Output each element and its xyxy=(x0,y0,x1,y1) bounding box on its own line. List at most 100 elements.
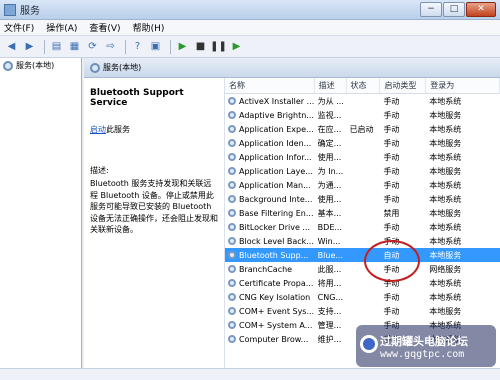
forward-arrow-icon[interactable]: ▶ xyxy=(22,39,37,54)
pause-service-icon[interactable]: ❚❚ xyxy=(210,39,227,54)
menu-help[interactable]: 帮助(H) xyxy=(133,21,165,34)
table-row[interactable]: BitLocker Drive ... BDE... 手动 本地系统 xyxy=(225,220,500,234)
status-bar xyxy=(0,368,500,380)
service-gear-icon xyxy=(228,223,236,231)
properties-icon[interactable]: ▦ xyxy=(67,39,82,54)
tree-node-services-local[interactable]: 服务(本地) xyxy=(0,58,81,73)
close-button[interactable]: ✕ xyxy=(466,2,496,17)
table-row[interactable]: Bluetooth Supp... Blue... 自动 本地服务 xyxy=(225,248,500,262)
service-name-text: Application Infor... xyxy=(239,152,312,162)
menu-action[interactable]: 操作(A) xyxy=(46,21,77,34)
table-row[interactable]: BranchCache 此服... 手动 网络服务 xyxy=(225,262,500,276)
service-logon-cell: 本地服务 xyxy=(429,110,462,120)
service-logon-cell: 本地服务 xyxy=(429,250,462,260)
back-arrow-icon[interactable]: ◀ xyxy=(4,39,19,54)
services-window: 服务 − □ ✕ 文件(F) 操作(A) 查看(V) 帮助(H) ◀ ▶ ▤ ▦… xyxy=(0,0,500,380)
service-gear-icon xyxy=(228,237,236,245)
start-service-line: 启动此服务 xyxy=(90,124,218,135)
table-row[interactable]: ActiveX Installer ... 为从 ... 手动 本地系统 xyxy=(225,94,500,108)
service-gear-icon xyxy=(228,153,236,161)
service-name-text: Block Level Back... xyxy=(239,236,314,246)
service-startup-type-cell: 手动 xyxy=(383,180,400,190)
refresh-icon[interactable]: ⟳ xyxy=(85,39,100,54)
service-name-text: CNG Key Isolation xyxy=(239,292,311,302)
service-name-cell: Adaptive Brightn... xyxy=(225,111,315,120)
tree-node-label: 服务(本地) xyxy=(16,61,55,70)
service-gear-icon xyxy=(228,265,236,273)
service-startup-type-cell: 手动 xyxy=(383,110,400,120)
service-name-text: Base Filtering En... xyxy=(239,208,314,218)
column-header-name[interactable]: 名称 xyxy=(225,78,315,93)
table-row[interactable]: Certificate Propa... 将用... 手动 本地系统 xyxy=(225,276,500,290)
service-name-cell: BranchCache xyxy=(225,265,315,274)
services-gear-icon xyxy=(90,62,100,73)
column-header-description[interactable]: 描述 xyxy=(315,78,347,93)
service-description-cell: 使用... xyxy=(317,152,342,162)
watermark-logo-icon xyxy=(360,335,378,353)
help-icon[interactable]: ? xyxy=(130,39,145,54)
navigation-tree: 服务(本地) xyxy=(0,58,82,368)
service-name-text: Adaptive Brightn... xyxy=(239,110,314,120)
show-tree-icon[interactable]: ▤ xyxy=(49,39,64,54)
menu-view[interactable]: 查看(V) xyxy=(89,21,120,34)
service-description-cell: 监视... xyxy=(317,110,342,120)
table-row[interactable]: Application Infor... 使用... 手动 本地系统 xyxy=(225,150,500,164)
service-logon-cell: 本地服务 xyxy=(429,208,462,218)
service-name-cell: Computer Brow... xyxy=(225,335,315,344)
table-row[interactable]: Adaptive Brightn... 监视... 手动 本地服务 xyxy=(225,108,500,122)
table-row[interactable]: Application Man... 为通... 手动 本地系统 xyxy=(225,178,500,192)
service-gear-icon xyxy=(228,251,236,259)
table-row[interactable]: Base Filtering En... 基本... 禁用 本地服务 xyxy=(225,206,500,220)
toolbar-separator xyxy=(44,39,45,54)
service-startup-type-cell: 手动 xyxy=(383,166,400,176)
service-name-cell: COM+ System A... xyxy=(225,321,315,330)
export-list-icon[interactable]: ⇨ xyxy=(103,39,118,54)
table-row[interactable]: Application Laye... 为 In... 手动 本地服务 xyxy=(225,164,500,178)
service-name-cell: Application Laye... xyxy=(225,167,315,176)
minimize-button[interactable]: − xyxy=(420,2,442,17)
service-name-cell: Application Expe... xyxy=(225,125,315,134)
service-name-text: COM+ Event Sys... xyxy=(239,306,315,316)
maximize-button[interactable]: □ xyxy=(443,2,465,17)
table-row[interactable]: COM+ Event Sys... 支持... 手动 本地服务 xyxy=(225,304,500,318)
table-row[interactable]: Application Iden... 确定... 手动 本地服务 xyxy=(225,136,500,150)
service-gear-icon xyxy=(228,181,236,189)
service-description-cell: BDE... xyxy=(317,222,343,232)
service-name-text: ActiveX Installer ... xyxy=(239,96,315,106)
service-name-cell: COM+ Event Sys... xyxy=(225,307,315,316)
column-header-row: 名称 描述 状态 启动类型 登录为 xyxy=(225,78,500,94)
service-name-text: Computer Brow... xyxy=(239,334,309,344)
watermark-title: 过期罐头电脑论坛 xyxy=(380,334,468,348)
service-name-cell: Background Inte... xyxy=(225,195,315,204)
service-name-text: Background Inte... xyxy=(239,194,313,204)
services-gear-icon xyxy=(3,60,13,71)
stop-service-icon[interactable]: ■ xyxy=(193,39,208,54)
service-gear-icon xyxy=(228,279,236,287)
details-view-icon[interactable]: ▣ xyxy=(148,39,163,54)
table-row[interactable]: Block Level Back... Win... 手动 本地系统 xyxy=(225,234,500,248)
column-header-startup-type[interactable]: 启动类型 xyxy=(380,78,427,93)
service-name-cell: Bluetooth Supp... xyxy=(225,251,315,260)
service-logon-cell: 本地服务 xyxy=(429,138,462,148)
service-logon-cell: 本地系统 xyxy=(429,180,462,190)
service-description-cell: 确定... xyxy=(317,138,342,148)
service-gear-icon xyxy=(228,209,236,217)
service-name-text: Application Man... xyxy=(239,180,311,190)
start-service-link[interactable]: 启动 xyxy=(90,125,106,134)
service-logon-cell: 本地系统 xyxy=(429,292,462,302)
restart-service-icon[interactable]: ▶ xyxy=(229,39,244,54)
service-logon-cell: 本地系统 xyxy=(429,96,462,106)
table-row[interactable]: Background Inte... 使用... 手动 本地系统 xyxy=(225,192,500,206)
toolbar-separator xyxy=(125,39,126,54)
table-row[interactable]: Application Expe... 在应... 已启动 手动 本地系统 xyxy=(225,122,500,136)
column-header-logon-as[interactable]: 登录为 xyxy=(426,78,500,93)
start-service-icon[interactable]: ▶ xyxy=(175,39,190,54)
pane-header: 服务(本地) xyxy=(84,58,500,78)
table-row[interactable]: CNG Key Isolation CNG... 手动 本地系统 xyxy=(225,290,500,304)
service-startup-type-cell: 禁用 xyxy=(383,208,400,218)
column-header-status[interactable]: 状态 xyxy=(347,78,381,93)
menu-file[interactable]: 文件(F) xyxy=(4,21,34,34)
service-logon-cell: 本地系统 xyxy=(429,236,462,246)
title-bar: 服务 − □ ✕ xyxy=(0,0,500,20)
watermark-url: www.gqgtpc.com xyxy=(380,348,465,360)
